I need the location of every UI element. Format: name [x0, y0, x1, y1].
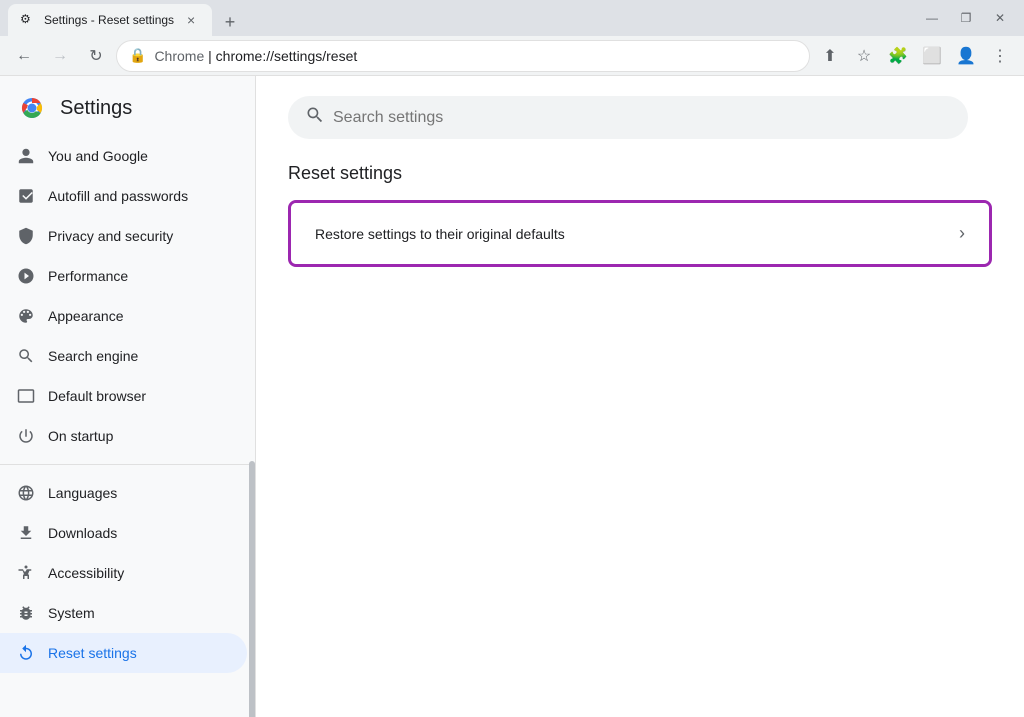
tab-close-button[interactable]: ×	[182, 11, 200, 29]
sidebar-item-accessibility[interactable]: Accessibility	[0, 553, 247, 593]
sidebar-item-you-and-google[interactable]: You and Google	[0, 136, 247, 176]
search-icon	[305, 105, 325, 130]
address-bar[interactable]: 🔒 Chrome | chrome://settings/reset	[116, 40, 810, 72]
sidebar-item-label: Appearance	[48, 308, 124, 324]
sidebar-item-label: On startup	[48, 428, 113, 444]
search-input[interactable]	[333, 109, 951, 127]
sidebar-item-system[interactable]: System	[0, 593, 247, 633]
active-tab[interactable]: ⚙ Settings - Reset settings ×	[8, 4, 212, 36]
sidebar-item-label: Downloads	[48, 525, 117, 541]
search-engine-icon	[16, 346, 36, 366]
scrollbar-track[interactable]	[249, 76, 255, 717]
reset-icon	[16, 643, 36, 663]
close-button[interactable]: ✕	[984, 2, 1016, 34]
sidebar-item-label: Accessibility	[48, 565, 124, 581]
address-chrome: Chrome	[154, 48, 204, 64]
chrome-logo	[16, 92, 48, 124]
refresh-button[interactable]: ↻	[80, 40, 112, 72]
restore-defaults-label: Restore settings to their original defau…	[315, 226, 565, 242]
search-container	[288, 96, 992, 139]
sidebar-item-search-engine[interactable]: Search engine	[0, 336, 247, 376]
section-title: Reset settings	[288, 163, 992, 184]
sidebar-item-label: Reset settings	[48, 645, 137, 661]
appearance-icon	[16, 306, 36, 326]
sidebar-item-label: Search engine	[48, 348, 138, 364]
sidebar-item-label: You and Google	[48, 148, 148, 164]
accessibility-icon	[16, 563, 36, 583]
extensions-button[interactable]: 🧩	[882, 40, 914, 72]
chevron-right-icon: ›	[959, 223, 965, 244]
person-icon	[16, 146, 36, 166]
split-view-button[interactable]: ⬜	[916, 40, 948, 72]
autofill-icon	[16, 186, 36, 206]
search-bar[interactable]	[288, 96, 968, 139]
sidebar-title: Settings	[60, 97, 132, 120]
menu-button[interactable]: ⋮	[984, 40, 1016, 72]
security-icon: 🔒	[129, 47, 146, 64]
sidebar-item-autofill[interactable]: Autofill and passwords	[0, 176, 247, 216]
minimize-button[interactable]: —	[916, 2, 948, 34]
sidebar: Settings You and Google Autofill and pas…	[0, 76, 256, 717]
sidebar-item-label: Languages	[48, 485, 117, 501]
downloads-icon	[16, 523, 36, 543]
system-icon	[16, 603, 36, 623]
languages-icon	[16, 483, 36, 503]
sidebar-item-label: Performance	[48, 268, 128, 284]
address-path: chrome://settings/reset	[216, 48, 358, 64]
sidebar-item-label: System	[48, 605, 95, 621]
address-separator: |	[204, 48, 215, 64]
scrollbar-thumb[interactable]	[249, 461, 255, 717]
tab-title: Settings - Reset settings	[44, 13, 174, 27]
reset-settings-card: Restore settings to their original defau…	[288, 200, 992, 267]
sidebar-item-default-browser[interactable]: Default browser	[0, 376, 247, 416]
sidebar-item-reset-settings[interactable]: Reset settings	[0, 633, 247, 673]
maximize-button[interactable]: ❐	[950, 2, 982, 34]
shield-icon	[16, 226, 36, 246]
sidebar-item-performance[interactable]: Performance	[0, 256, 247, 296]
sidebar-item-label: Autofill and passwords	[48, 188, 188, 204]
profile-button[interactable]: 👤	[950, 40, 982, 72]
sidebar-item-on-startup[interactable]: On startup	[0, 416, 247, 456]
performance-icon	[16, 266, 36, 286]
sidebar-item-label: Default browser	[48, 388, 146, 404]
address-text: Chrome | chrome://settings/reset	[154, 48, 797, 64]
new-tab-button[interactable]: +	[216, 8, 244, 36]
bookmark-button[interactable]: ☆	[848, 40, 880, 72]
default-browser-icon	[16, 386, 36, 406]
sidebar-item-languages[interactable]: Languages	[0, 473, 247, 513]
sidebar-divider	[0, 464, 255, 465]
sidebar-item-appearance[interactable]: Appearance	[0, 296, 247, 336]
restore-defaults-option[interactable]: Restore settings to their original defau…	[291, 203, 989, 264]
share-button[interactable]: ⬆	[814, 40, 846, 72]
sidebar-item-privacy[interactable]: Privacy and security	[0, 216, 247, 256]
content-area: Reset settings Restore settings to their…	[256, 76, 1024, 717]
on-startup-icon	[16, 426, 36, 446]
back-button[interactable]: ←	[8, 40, 40, 72]
forward-button[interactable]: →	[44, 40, 76, 72]
tab-favicon: ⚙	[20, 12, 36, 28]
sidebar-item-label: Privacy and security	[48, 228, 173, 244]
sidebar-item-downloads[interactable]: Downloads	[0, 513, 247, 553]
